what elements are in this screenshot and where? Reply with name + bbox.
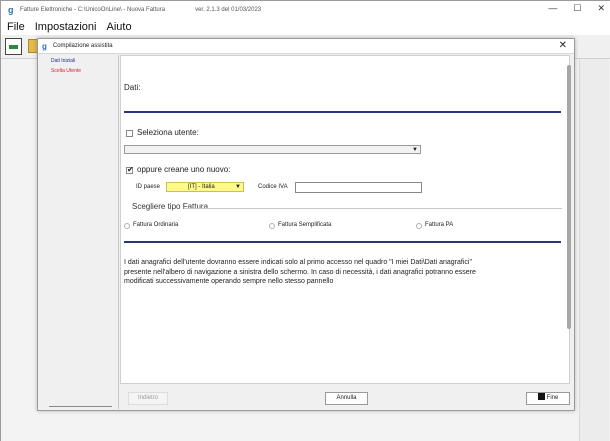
version-label: ver. 2.1.3 del 01/03/2023 <box>195 7 262 13</box>
dati-label: Dati: <box>124 83 141 92</box>
dialog-title-bar: g Compilazione assistita ✕ <box>38 39 574 54</box>
dialog-sidebar: Dati Iniziali Scelta Utente <box>40 55 119 409</box>
minimize-icon[interactable]: — <box>548 3 557 14</box>
vertical-scrollbar[interactable] <box>567 65 571 329</box>
info-text: I dati anagrafici dell'utente dovranno e… <box>124 259 476 285</box>
menu-bar: File Impostazioni Aiuto <box>1 19 610 35</box>
finish-button[interactable]: Fine <box>526 392 570 405</box>
seleziona-utente-checkbox[interactable] <box>126 130 133 137</box>
codice-iva-label: Codice IVA <box>258 184 288 190</box>
assisted-compilation-dialog: g Compilazione assistita ✕ Dati Iniziali… <box>37 38 575 411</box>
fattura-semplificata-label: Fattura Semplificata <box>278 222 332 228</box>
dialog-title: Compilazione assistita <box>52 43 113 49</box>
fattura-ordinaria-label: Fattura Ordinaria <box>133 222 179 228</box>
right-panel-edge <box>579 59 609 441</box>
chevron-down-icon: ▼ <box>235 184 241 190</box>
cancel-button[interactable]: Annulla <box>325 392 368 405</box>
back-button[interactable]: Indietro <box>128 392 168 405</box>
close-window-icon[interactable]: ✕ <box>597 3 605 14</box>
dialog-logo-icon: g <box>42 41 47 51</box>
stop-square-icon <box>537 393 545 400</box>
dialog-main-panel: Dati: Seleziona utente: ▼ oppure creane … <box>120 55 570 384</box>
app-window: g Fatture Elettroniche - C:\UnicoOnLine\… <box>0 0 610 441</box>
id-paese-value: [IT] - Italia <box>188 184 215 190</box>
chevron-down-icon: ▼ <box>412 147 418 153</box>
window-controls: — ☐ ✕ <box>548 3 605 14</box>
sidebar-divider <box>49 406 112 407</box>
menu-aiuto[interactable]: Aiuto <box>107 21 132 33</box>
radio-fattura-semplificata[interactable] <box>269 223 275 229</box>
cancel-label: Annulla <box>336 395 357 401</box>
dialog-button-bar: Indietro Annulla Fine <box>120 385 570 409</box>
menu-file[interactable]: File <box>7 21 25 33</box>
maximize-icon[interactable]: ☐ <box>573 3 581 14</box>
radio-fattura-pa[interactable] <box>416 223 422 229</box>
section-rule <box>124 241 561 243</box>
new-invoice-icon[interactable] <box>5 38 22 55</box>
menu-impostazioni[interactable]: Impostazioni <box>35 21 97 33</box>
finish-label: Fine <box>546 395 559 401</box>
id-paese-label: ID paese <box>136 184 161 190</box>
seleziona-utente-label: Seleziona utente: <box>137 128 199 137</box>
radio-fattura-ordinaria[interactable] <box>124 223 130 229</box>
crea-nuovo-checkbox[interactable] <box>126 165 134 174</box>
section-rule <box>124 111 561 113</box>
id-paese-select[interactable]: [IT] - Italia ▼ <box>166 182 244 192</box>
codice-iva-input[interactable] <box>295 182 422 193</box>
dialog-close-icon[interactable]: ✕ <box>559 40 567 51</box>
back-label: Indietro <box>137 395 158 401</box>
fattura-pa-label: Fattura PA <box>425 222 454 228</box>
sidebar-item-scelta-utente[interactable]: Scelta Utente <box>51 68 81 74</box>
tipo-fattura-divider <box>184 208 562 209</box>
sidebar-item-dati-iniziali[interactable]: Dati Iniziali <box>51 58 75 64</box>
crea-nuovo-label: oppure creane uno nuovo: <box>137 165 231 174</box>
window-title: Fatture Elettroniche - C:\UnicoOnLine\ -… <box>20 7 166 13</box>
title-bar: g Fatture Elettroniche - C:\UnicoOnLine\… <box>1 1 610 19</box>
tipo-fattura-title: Scegliere tipo Fattura <box>132 202 209 211</box>
utente-select[interactable]: ▼ <box>124 145 421 154</box>
app-logo-icon: g <box>8 4 14 15</box>
